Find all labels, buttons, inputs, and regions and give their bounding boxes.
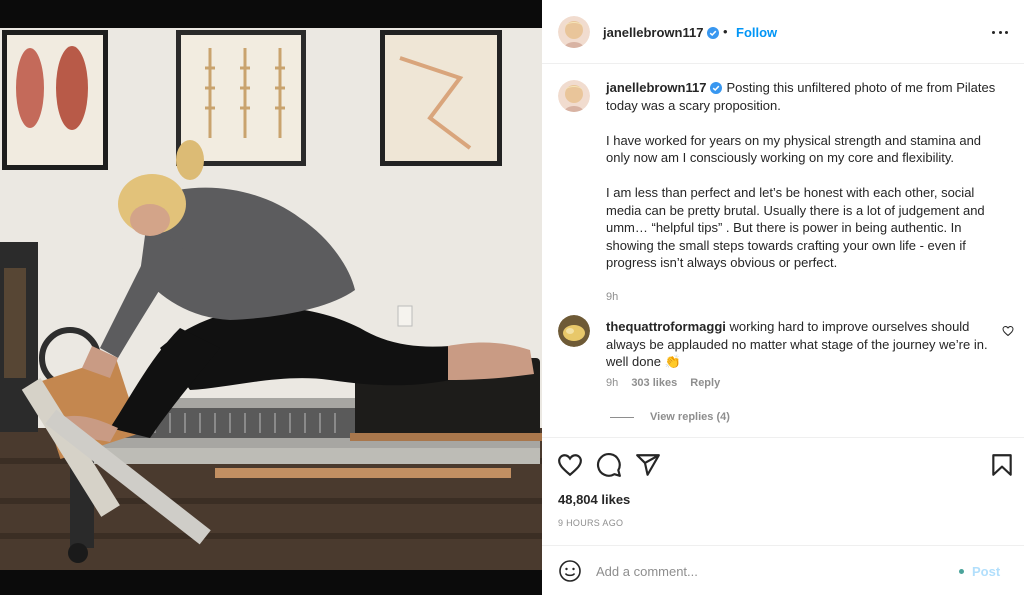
caption-paragraph-3: I am less than perfect and let’s be hone… xyxy=(606,185,985,270)
post-header: janellebrown117 • Follow xyxy=(542,0,1024,64)
comment-meta: 9h 303 likes Reply xyxy=(606,377,730,389)
more-options-icon[interactable] xyxy=(990,22,1010,42)
post-comment-button[interactable]: Post xyxy=(958,564,1000,579)
comment-reply-button[interactable]: Reply xyxy=(690,377,720,389)
comment-likes[interactable]: 303 likes xyxy=(631,377,677,389)
verified-badge-icon xyxy=(707,27,720,39)
author-avatar[interactable] xyxy=(558,16,590,48)
post-photo[interactable] xyxy=(0,0,542,595)
follow-button[interactable]: Follow xyxy=(736,25,777,40)
comments-section[interactable]: janellebrown117 Posting this unfiltered p… xyxy=(542,65,1024,437)
commenter-avatar[interactable] xyxy=(558,315,590,347)
post-side-panel: janellebrown117 • Follow janellebrown117… xyxy=(542,0,1024,595)
author-username[interactable]: janellebrown117 xyxy=(603,25,720,40)
bookmark-icon[interactable] xyxy=(989,452,1015,478)
view-replies-line xyxy=(610,416,634,418)
caption-timestamp[interactable]: 9h xyxy=(606,291,618,303)
comment-like-heart-icon[interactable] xyxy=(1002,325,1014,337)
caption-paragraph-2: I have worked for years on my physical s… xyxy=(606,132,982,166)
heart-icon[interactable] xyxy=(557,452,583,478)
likes-count[interactable]: 48,804 likes xyxy=(558,492,630,507)
post-timestamp[interactable]: 9 HOURS AGO xyxy=(558,518,623,528)
share-icon[interactable] xyxy=(635,452,661,478)
comment-icon[interactable] xyxy=(596,452,622,478)
caption-avatar[interactable] xyxy=(558,80,590,112)
emoji-icon[interactable] xyxy=(558,559,582,583)
caption-text: janellebrown117 Posting this unfiltered p… xyxy=(606,79,1006,289)
view-replies-button[interactable]: View replies (4) xyxy=(610,411,730,423)
caption-username[interactable]: janellebrown117 xyxy=(606,80,706,95)
commenter-username[interactable]: thequattroformaggi xyxy=(606,319,726,334)
add-comment-bar: Post xyxy=(542,545,1024,595)
pilates-photo-image xyxy=(0,28,542,570)
comment-timestamp[interactable]: 9h xyxy=(606,377,618,389)
comment-input[interactable] xyxy=(596,560,956,582)
separator-dot: • xyxy=(723,24,728,39)
verified-badge-icon xyxy=(710,82,723,94)
post-actions: 48,804 likes 9 HOURS AGO xyxy=(542,437,1024,545)
comment-text: thequattroformaggi working hard to impro… xyxy=(606,318,996,371)
